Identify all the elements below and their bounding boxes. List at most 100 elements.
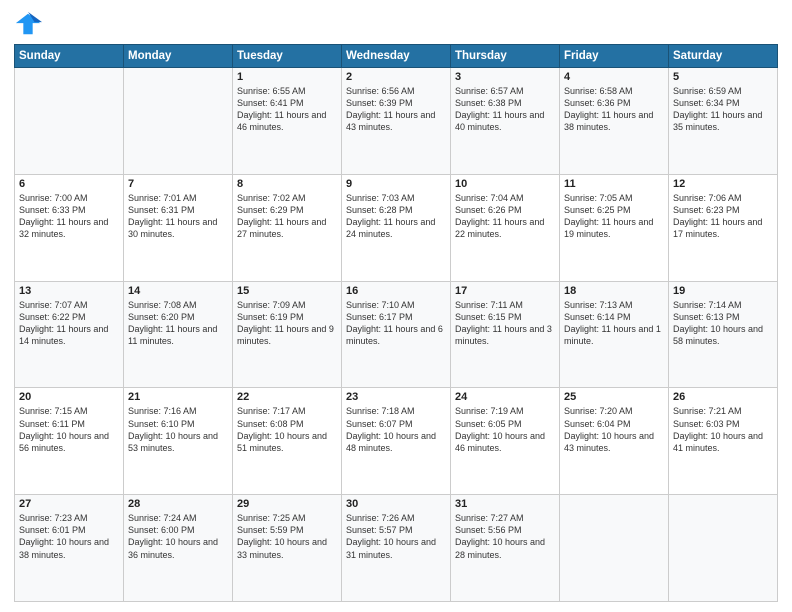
calendar-cell: 9 Sunrise: 7:03 AM Sunset: 6:28 PM Daylig…	[342, 174, 451, 281]
calendar-cell: 12Sunrise: 7:06 AM Sunset: 6:23 PM Dayli…	[669, 174, 778, 281]
cell-day-number: 17	[455, 285, 555, 297]
page: SundayMondayTuesdayWednesdayThursdayFrid…	[0, 0, 792, 612]
calendar-cell	[15, 68, 124, 175]
cell-day-number: 31	[455, 498, 555, 510]
logo	[14, 10, 46, 38]
cell-info-text: Sunrise: 7:13 AM Sunset: 6:14 PM Dayligh…	[564, 299, 664, 348]
calendar-cell: 26Sunrise: 7:21 AM Sunset: 6:03 PM Dayli…	[669, 388, 778, 495]
cell-day-number: 21	[128, 391, 228, 403]
calendar-cell: 6 Sunrise: 7:00 AM Sunset: 6:33 PM Daylig…	[15, 174, 124, 281]
weekday-header-monday: Monday	[124, 45, 233, 68]
week-row-5: 27 Sunrise: 7:23 AM Sunset: 6:01 PM Dayli…	[15, 495, 778, 602]
cell-day-number: 3	[455, 71, 555, 83]
weekday-header-thursday: Thursday	[451, 45, 560, 68]
calendar-cell: 21 Sunrise: 7:16 AM Sunset: 6:10 PM Dayli…	[124, 388, 233, 495]
cell-info-text: Sunrise: 7:10 AM Sunset: 6:17 PM Dayligh…	[346, 299, 446, 348]
weekday-header-tuesday: Tuesday	[233, 45, 342, 68]
cell-info-text: Sunrise: 7:18 AM Sunset: 6:07 PM Dayligh…	[346, 405, 446, 454]
cell-info-text: Sunrise: 7:09 AM Sunset: 6:19 PM Dayligh…	[237, 299, 337, 348]
cell-day-number: 11	[564, 178, 664, 190]
cell-day-number: 6	[19, 178, 119, 190]
cell-info-text: Sunrise: 7:01 AM Sunset: 6:31 PM Dayligh…	[128, 192, 228, 241]
cell-info-text: Sunrise: 7:23 AM Sunset: 6:01 PM Dayligh…	[19, 512, 119, 561]
cell-info-text: Sunrise: 7:02 AM Sunset: 6:29 PM Dayligh…	[237, 192, 337, 241]
cell-day-number: 1	[237, 71, 337, 83]
cell-day-number: 2	[346, 71, 446, 83]
cell-info-text: Sunrise: 7:11 AM Sunset: 6:15 PM Dayligh…	[455, 299, 555, 348]
calendar-cell: 15 Sunrise: 7:09 AM Sunset: 6:19 PM Dayli…	[233, 281, 342, 388]
calendar-cell: 18 Sunrise: 7:13 AM Sunset: 6:14 PM Dayli…	[560, 281, 669, 388]
cell-info-text: Sunrise: 7:16 AM Sunset: 6:10 PM Dayligh…	[128, 405, 228, 454]
calendar-cell: 2 Sunrise: 6:56 AM Sunset: 6:39 PM Daylig…	[342, 68, 451, 175]
calendar-table: SundayMondayTuesdayWednesdayThursdayFrid…	[14, 44, 778, 602]
calendar-cell: 14 Sunrise: 7:08 AM Sunset: 6:20 PM Dayli…	[124, 281, 233, 388]
cell-day-number: 19	[673, 285, 773, 297]
cell-day-number: 24	[455, 391, 555, 403]
calendar-cell: 27 Sunrise: 7:23 AM Sunset: 6:01 PM Dayli…	[15, 495, 124, 602]
cell-day-number: 13	[19, 285, 119, 297]
calendar-cell: 20 Sunrise: 7:15 AM Sunset: 6:11 PM Dayli…	[15, 388, 124, 495]
calendar-cell	[560, 495, 669, 602]
cell-day-number: 25	[564, 391, 664, 403]
week-row-2: 6 Sunrise: 7:00 AM Sunset: 6:33 PM Daylig…	[15, 174, 778, 281]
cell-info-text: Sunrise: 6:58 AM Sunset: 6:36 PM Dayligh…	[564, 85, 664, 134]
weekday-header-saturday: Saturday	[669, 45, 778, 68]
week-row-4: 20 Sunrise: 7:15 AM Sunset: 6:11 PM Dayli…	[15, 388, 778, 495]
cell-day-number: 26	[673, 391, 773, 403]
cell-info-text: Sunrise: 7:15 AM Sunset: 6:11 PM Dayligh…	[19, 405, 119, 454]
cell-info-text: Sunrise: 7:05 AM Sunset: 6:25 PM Dayligh…	[564, 192, 664, 241]
cell-day-number: 15	[237, 285, 337, 297]
weekday-header-wednesday: Wednesday	[342, 45, 451, 68]
weekday-header-friday: Friday	[560, 45, 669, 68]
cell-info-text: Sunrise: 7:24 AM Sunset: 6:00 PM Dayligh…	[128, 512, 228, 561]
calendar-cell: 8 Sunrise: 7:02 AM Sunset: 6:29 PM Daylig…	[233, 174, 342, 281]
week-row-1: 1Sunrise: 6:55 AM Sunset: 6:41 PM Daylig…	[15, 68, 778, 175]
cell-info-text: Sunrise: 7:25 AM Sunset: 5:59 PM Dayligh…	[237, 512, 337, 561]
calendar-cell: 19 Sunrise: 7:14 AM Sunset: 6:13 PM Dayli…	[669, 281, 778, 388]
cell-day-number: 5	[673, 71, 773, 83]
cell-info-text: Sunrise: 7:06 AM Sunset: 6:23 PM Dayligh…	[673, 192, 773, 241]
calendar-cell	[669, 495, 778, 602]
calendar-cell: 22Sunrise: 7:17 AM Sunset: 6:08 PM Dayli…	[233, 388, 342, 495]
cell-info-text: Sunrise: 7:27 AM Sunset: 5:56 PM Dayligh…	[455, 512, 555, 561]
cell-info-text: Sunrise: 7:00 AM Sunset: 6:33 PM Dayligh…	[19, 192, 119, 241]
logo-icon	[14, 10, 42, 38]
cell-info-text: Sunrise: 7:04 AM Sunset: 6:26 PM Dayligh…	[455, 192, 555, 241]
calendar-cell: 16 Sunrise: 7:10 AM Sunset: 6:17 PM Dayli…	[342, 281, 451, 388]
calendar-cell: 13 Sunrise: 7:07 AM Sunset: 6:22 PM Dayli…	[15, 281, 124, 388]
calendar-cell: 1Sunrise: 6:55 AM Sunset: 6:41 PM Daylig…	[233, 68, 342, 175]
cell-day-number: 9	[346, 178, 446, 190]
calendar-cell: 23 Sunrise: 7:18 AM Sunset: 6:07 PM Dayli…	[342, 388, 451, 495]
cell-info-text: Sunrise: 7:20 AM Sunset: 6:04 PM Dayligh…	[564, 405, 664, 454]
calendar-cell: 28 Sunrise: 7:24 AM Sunset: 6:00 PM Dayli…	[124, 495, 233, 602]
cell-info-text: Sunrise: 7:14 AM Sunset: 6:13 PM Dayligh…	[673, 299, 773, 348]
calendar-cell: 7Sunrise: 7:01 AM Sunset: 6:31 PM Daylig…	[124, 174, 233, 281]
cell-day-number: 30	[346, 498, 446, 510]
calendar-cell: 30Sunrise: 7:26 AM Sunset: 5:57 PM Dayli…	[342, 495, 451, 602]
cell-info-text: Sunrise: 7:17 AM Sunset: 6:08 PM Dayligh…	[237, 405, 337, 454]
calendar-cell: 5 Sunrise: 6:59 AM Sunset: 6:34 PM Daylig…	[669, 68, 778, 175]
cell-day-number: 20	[19, 391, 119, 403]
weekday-header-sunday: Sunday	[15, 45, 124, 68]
calendar-cell: 4 Sunrise: 6:58 AM Sunset: 6:36 PM Daylig…	[560, 68, 669, 175]
calendar-cell: 24Sunrise: 7:19 AM Sunset: 6:05 PM Dayli…	[451, 388, 560, 495]
cell-day-number: 10	[455, 178, 555, 190]
cell-info-text: Sunrise: 7:07 AM Sunset: 6:22 PM Dayligh…	[19, 299, 119, 348]
calendar-cell: 29 Sunrise: 7:25 AM Sunset: 5:59 PM Dayli…	[233, 495, 342, 602]
cell-info-text: Sunrise: 6:56 AM Sunset: 6:39 PM Dayligh…	[346, 85, 446, 134]
week-row-3: 13 Sunrise: 7:07 AM Sunset: 6:22 PM Dayli…	[15, 281, 778, 388]
cell-day-number: 8	[237, 178, 337, 190]
cell-day-number: 4	[564, 71, 664, 83]
cell-day-number: 28	[128, 498, 228, 510]
calendar-cell: 17 Sunrise: 7:11 AM Sunset: 6:15 PM Dayli…	[451, 281, 560, 388]
cell-info-text: Sunrise: 6:59 AM Sunset: 6:34 PM Dayligh…	[673, 85, 773, 134]
cell-day-number: 23	[346, 391, 446, 403]
cell-day-number: 27	[19, 498, 119, 510]
cell-day-number: 14	[128, 285, 228, 297]
calendar-cell: 11 Sunrise: 7:05 AM Sunset: 6:25 PM Dayli…	[560, 174, 669, 281]
cell-day-number: 18	[564, 285, 664, 297]
cell-info-text: Sunrise: 7:08 AM Sunset: 6:20 PM Dayligh…	[128, 299, 228, 348]
cell-day-number: 16	[346, 285, 446, 297]
cell-info-text: Sunrise: 7:03 AM Sunset: 6:28 PM Dayligh…	[346, 192, 446, 241]
cell-day-number: 29	[237, 498, 337, 510]
